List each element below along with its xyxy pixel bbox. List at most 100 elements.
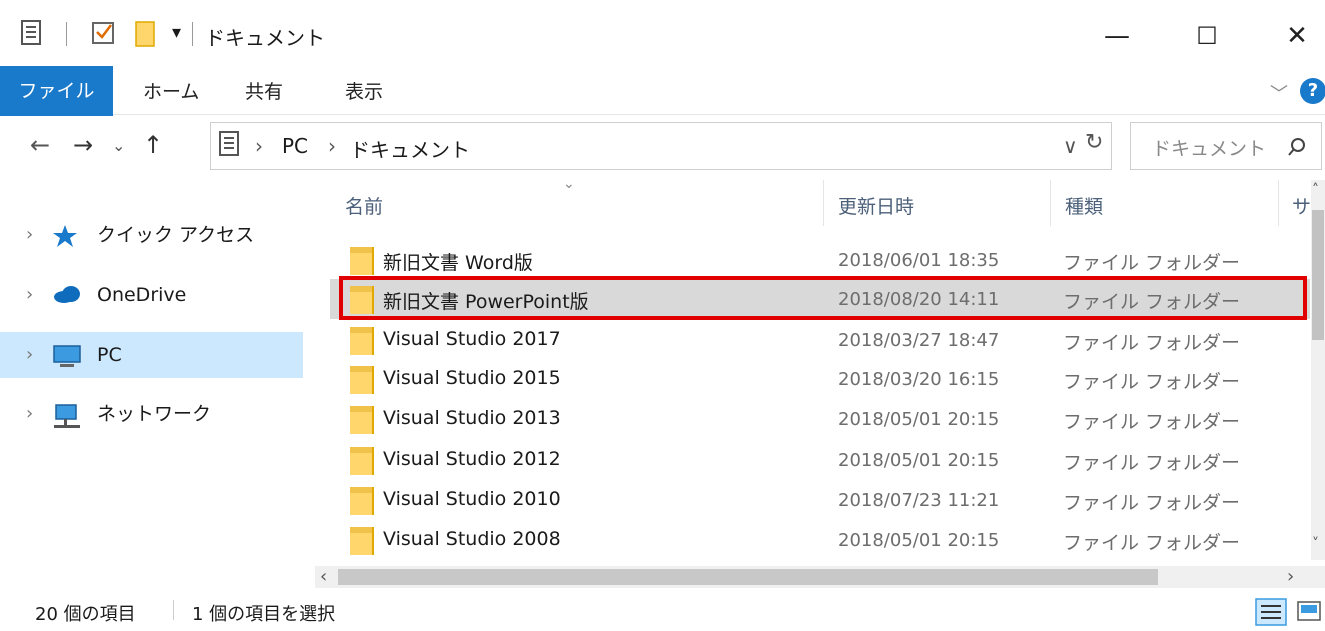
sort-indicator-icon: ⌄ [563, 176, 575, 192]
file-row[interactable]: Visual Studio 2012 2018/05/01 20:15 ファイル… [330, 440, 1310, 480]
star-icon [53, 225, 77, 247]
column-divider[interactable] [1278, 180, 1279, 226]
item-count: 20 個の項目 [35, 604, 136, 625]
nav-item-quick-access[interactable]: › クイック アクセス [0, 212, 303, 258]
expand-chevron-icon[interactable]: › [26, 272, 33, 318]
file-date: 2018/07/23 11:21 [838, 490, 1000, 511]
new-folder-icon[interactable] [134, 20, 158, 48]
file-name: Visual Studio 2012 [383, 448, 561, 470]
close-button[interactable]: ✕ [1272, 18, 1322, 54]
file-type: ファイル フォルダー [1063, 492, 1241, 514]
qat-separator [192, 22, 193, 46]
network-icon [54, 404, 80, 428]
file-row[interactable]: Visual Studio 2017 2018/03/27 18:47 ファイル… [330, 320, 1310, 360]
breadcrumb-pc[interactable]: PC [282, 134, 308, 158]
folder-icon [350, 487, 374, 515]
vertical-scroll-thumb[interactable] [1312, 210, 1324, 340]
file-date: 2018/03/27 18:47 [838, 330, 1000, 351]
window-title: ドキュメント [205, 26, 325, 50]
scroll-right-icon[interactable]: › [1287, 566, 1294, 587]
documents-icon [219, 131, 239, 156]
refresh-icon[interactable]: ↻ [1085, 130, 1103, 155]
ribbon-expand-icon[interactable]: ﹀ [1270, 80, 1288, 106]
nav-item-pc[interactable]: › PC [0, 332, 303, 378]
nav-item-label: OneDrive [97, 284, 187, 306]
computer-icon [53, 345, 81, 367]
nav-item-network[interactable]: › ネットワーク [0, 391, 303, 437]
file-type: ファイル フォルダー [1063, 252, 1241, 274]
maximize-button[interactable]: ☐ [1182, 18, 1232, 54]
tab-share[interactable]: 共有 [245, 74, 283, 110]
column-header-date[interactable]: 更新日時 [838, 192, 914, 219]
breadcrumb-separator: › [255, 134, 263, 158]
file-date: 2018/05/01 20:15 [838, 409, 1000, 430]
nav-item-onedrive[interactable]: › OneDrive [0, 272, 303, 318]
file-name: Visual Studio 2010 [383, 488, 561, 510]
breadcrumb-documents[interactable]: ドキュメント [350, 134, 470, 163]
file-type: ファイル フォルダー [1063, 452, 1241, 474]
nav-item-label: クイック アクセス [97, 224, 255, 246]
column-divider[interactable] [823, 180, 824, 226]
expand-chevron-icon[interactable]: › [26, 332, 33, 378]
tab-file[interactable]: ファイル [0, 66, 113, 116]
horizontal-scroll-thumb[interactable] [338, 569, 1158, 585]
checkbox-icon[interactable] [92, 20, 116, 46]
tab-view[interactable]: 表示 [345, 74, 383, 110]
address-dropdown-icon[interactable]: ∨ [1063, 134, 1078, 158]
file-name: Visual Studio 2013 [383, 407, 561, 429]
folder-icon [350, 247, 374, 275]
file-type: ファイル フォルダー [1063, 532, 1241, 554]
column-divider[interactable] [1050, 180, 1051, 226]
breadcrumb-separator: › [328, 134, 336, 158]
column-header-type[interactable]: 種類 [1065, 192, 1103, 219]
search-placeholder: ドキュメント [1152, 138, 1267, 160]
file-type: ファイル フォルダー [1063, 332, 1241, 354]
file-date: 2018/05/01 20:15 [838, 530, 1000, 551]
nav-item-label: ネットワーク [97, 403, 212, 425]
up-icon[interactable]: ↑ [143, 131, 163, 159]
selection-count: 1 個の項目を選択 [192, 604, 336, 625]
file-row[interactable]: Visual Studio 2010 2018/07/23 11:21 ファイル… [330, 480, 1310, 520]
folder-icon [350, 447, 374, 475]
file-name: 新旧文書 Word版 [383, 252, 533, 274]
file-date: 2018/06/01 18:35 [838, 250, 1000, 271]
scroll-up-icon[interactable]: ˄ [1312, 182, 1319, 198]
status-separator [173, 600, 174, 620]
file-name: Visual Studio 2017 [383, 328, 561, 350]
expand-chevron-icon[interactable]: › [26, 391, 33, 437]
highlight-box [339, 276, 1307, 320]
recent-dropdown-icon[interactable]: ⌄ [112, 136, 125, 155]
file-row[interactable]: 新旧文書 Word版 2018/06/01 18:35 ファイル フォルダー [330, 240, 1310, 280]
file-type: ファイル フォルダー [1063, 371, 1241, 393]
search-icon[interactable] [1287, 137, 1307, 157]
address-bar[interactable] [210, 122, 1112, 170]
qat-separator [66, 22, 67, 46]
properties-icon[interactable] [20, 20, 42, 46]
minimize-button[interactable]: — [1092, 18, 1142, 54]
qat-dropdown-icon[interactable]: ▾ [172, 22, 181, 43]
expand-chevron-icon[interactable]: › [26, 212, 33, 258]
details-view-icon[interactable] [1255, 598, 1287, 626]
column-header-name[interactable]: 名前 [345, 192, 383, 219]
scroll-left-icon[interactable]: ‹ [320, 566, 327, 587]
folder-icon [350, 406, 374, 434]
folder-icon [350, 527, 374, 555]
file-name: Visual Studio 2008 [383, 528, 561, 550]
file-date: 2018/03/20 16:15 [838, 369, 1000, 390]
file-name: Visual Studio 2015 [383, 367, 561, 389]
file-row[interactable]: Visual Studio 2015 2018/03/20 16:15 ファイル… [330, 359, 1310, 399]
nav-item-label: PC [97, 344, 122, 366]
file-type: ファイル フォルダー [1063, 411, 1241, 433]
cloud-icon [54, 286, 80, 303]
help-icon[interactable]: ? [1300, 78, 1325, 104]
tab-home[interactable]: ホーム [143, 74, 199, 110]
folder-icon [350, 366, 374, 394]
forward-icon[interactable]: → [73, 131, 93, 159]
file-date: 2018/05/01 20:15 [838, 450, 1000, 471]
large-icons-view-icon[interactable] [1296, 600, 1324, 624]
file-row[interactable]: Visual Studio 2013 2018/05/01 20:15 ファイル… [330, 399, 1310, 439]
back-icon[interactable]: ← [30, 131, 50, 159]
column-header-size[interactable]: サ [1292, 192, 1311, 219]
scroll-down-icon[interactable]: ˅ [1312, 536, 1319, 552]
file-row[interactable]: Visual Studio 2008 2018/05/01 20:15 ファイル… [330, 520, 1310, 560]
